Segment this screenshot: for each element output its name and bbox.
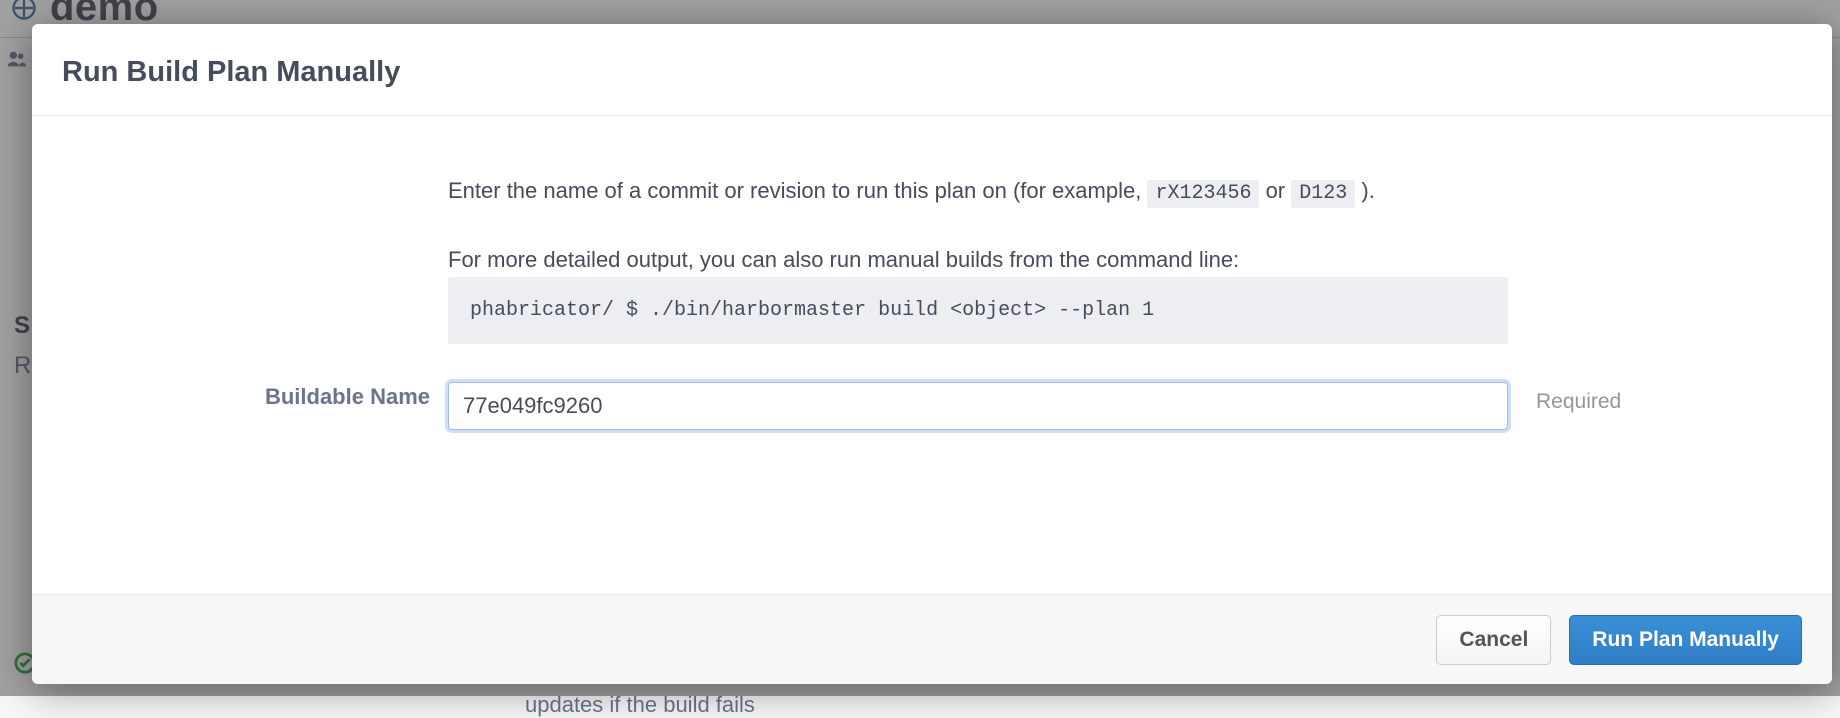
run-plan-manually-button[interactable]: Run Plan Manually [1569, 615, 1802, 665]
run-build-plan-modal: Run Build Plan Manually Enter the name o… [32, 24, 1832, 684]
required-label: Required [1536, 390, 1621, 413]
instructions-row: Enter the name of a commit or revision t… [62, 174, 1802, 382]
buildable-name-label: Buildable Name [265, 384, 430, 409]
instructions-text: Enter the name of a commit or revision t… [448, 174, 1508, 277]
instr-line2: For more detailed output, you can also r… [448, 243, 1508, 277]
example-code-1: rX123456 [1147, 180, 1259, 208]
command-code-block: phabricator/ $ ./bin/harbormaster build … [448, 277, 1508, 344]
instr-line1-pre: Enter the name of a commit or revision t… [448, 178, 1147, 203]
modal-footer: Cancel Run Plan Manually [32, 594, 1832, 684]
instr-line1-mid: or [1259, 178, 1291, 203]
modal-body: Enter the name of a commit or revision t… [32, 116, 1832, 594]
buildable-name-row: Buildable Name Required [62, 382, 1802, 430]
buildable-name-input[interactable] [448, 382, 1508, 430]
example-code-2: D123 [1291, 180, 1355, 208]
modal-header: Run Build Plan Manually [32, 24, 1832, 116]
modal-title: Run Build Plan Manually [62, 56, 1802, 89]
instr-line1-post: ). [1355, 178, 1375, 203]
cancel-button[interactable]: Cancel [1436, 615, 1551, 665]
